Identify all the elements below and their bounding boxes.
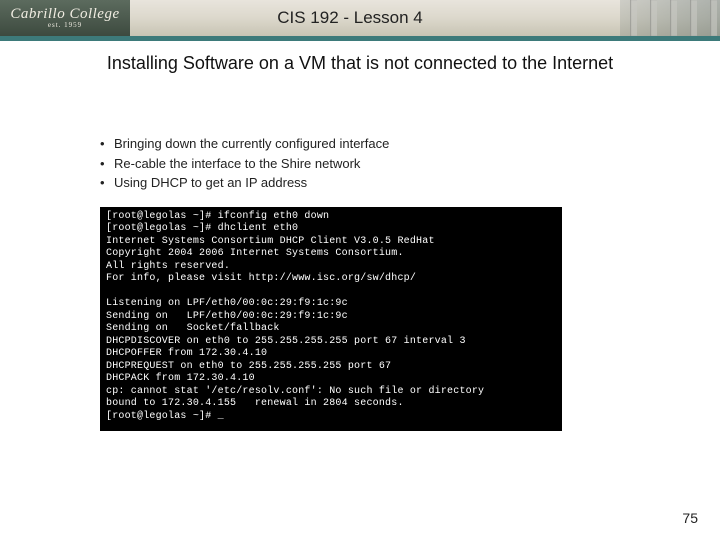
terminal-line: [root@legolas ~]# ifconfig eth0 down bbox=[106, 211, 329, 222]
terminal-line: cp: cannot stat '/etc/resolv.conf': No s… bbox=[106, 386, 484, 397]
bullet-dot-icon: • bbox=[100, 154, 114, 174]
bullet-item: •Using DHCP to get an IP address bbox=[100, 173, 720, 193]
bullet-list: •Bringing down the currently configured … bbox=[100, 134, 720, 193]
terminal-line: DHCPACK from 172.30.4.10 bbox=[106, 373, 255, 384]
terminal-line: Sending on LPF/eth0/00:0c:29:f9:1c:9c bbox=[106, 311, 348, 322]
terminal-line: [root@legolas ~]# _ bbox=[106, 411, 224, 422]
terminal-line: [root@legolas ~]# dhclient eth0 bbox=[106, 223, 298, 234]
bullet-item: •Bringing down the currently configured … bbox=[100, 134, 720, 154]
bullet-text: Using DHCP to get an IP address bbox=[114, 173, 307, 193]
divider-strip bbox=[0, 36, 720, 41]
header-pillar-image bbox=[620, 0, 720, 36]
logo-sub-text: est. 1959 bbox=[48, 22, 82, 28]
page-number: 75 bbox=[682, 510, 698, 526]
bullet-text: Re-cable the interface to the Shire netw… bbox=[114, 154, 360, 174]
terminal-line: DHCPOFFER from 172.30.4.10 bbox=[106, 348, 267, 359]
terminal-line: Listening on LPF/eth0/00:0c:29:f9:1c:9c bbox=[106, 298, 348, 309]
terminal-output: [root@legolas ~]# ifconfig eth0 down [ro… bbox=[100, 207, 562, 432]
terminal-line: All rights reserved. bbox=[106, 261, 230, 272]
terminal-line: Sending on Socket/fallback bbox=[106, 323, 280, 334]
terminal-line: Copyright 2004 2006 Internet Systems Con… bbox=[106, 248, 404, 259]
terminal-line: For info, please visit http://www.isc.or… bbox=[106, 273, 416, 284]
header-band: Cabrillo College est. 1959 CIS 192 - Les… bbox=[0, 0, 720, 36]
logo-main-text: Cabrillo College bbox=[10, 8, 119, 22]
college-logo: Cabrillo College est. 1959 bbox=[0, 0, 130, 36]
bullet-text: Bringing down the currently configured i… bbox=[114, 134, 389, 154]
bullet-dot-icon: • bbox=[100, 173, 114, 193]
bullet-dot-icon: • bbox=[100, 134, 114, 154]
terminal-line: DHCPDISCOVER on eth0 to 255.255.255.255 … bbox=[106, 336, 466, 347]
header-title: CIS 192 - Lesson 4 bbox=[130, 8, 620, 28]
terminal-line: DHCPREQUEST on eth0 to 255.255.255.255 p… bbox=[106, 361, 391, 372]
terminal-line: bound to 172.30.4.155 renewal in 2804 se… bbox=[106, 398, 404, 409]
slide-title: Installing Software on a VM that is not … bbox=[0, 53, 720, 74]
terminal-line: Internet Systems Consortium DHCP Client … bbox=[106, 236, 435, 247]
bullet-item: •Re-cable the interface to the Shire net… bbox=[100, 154, 720, 174]
